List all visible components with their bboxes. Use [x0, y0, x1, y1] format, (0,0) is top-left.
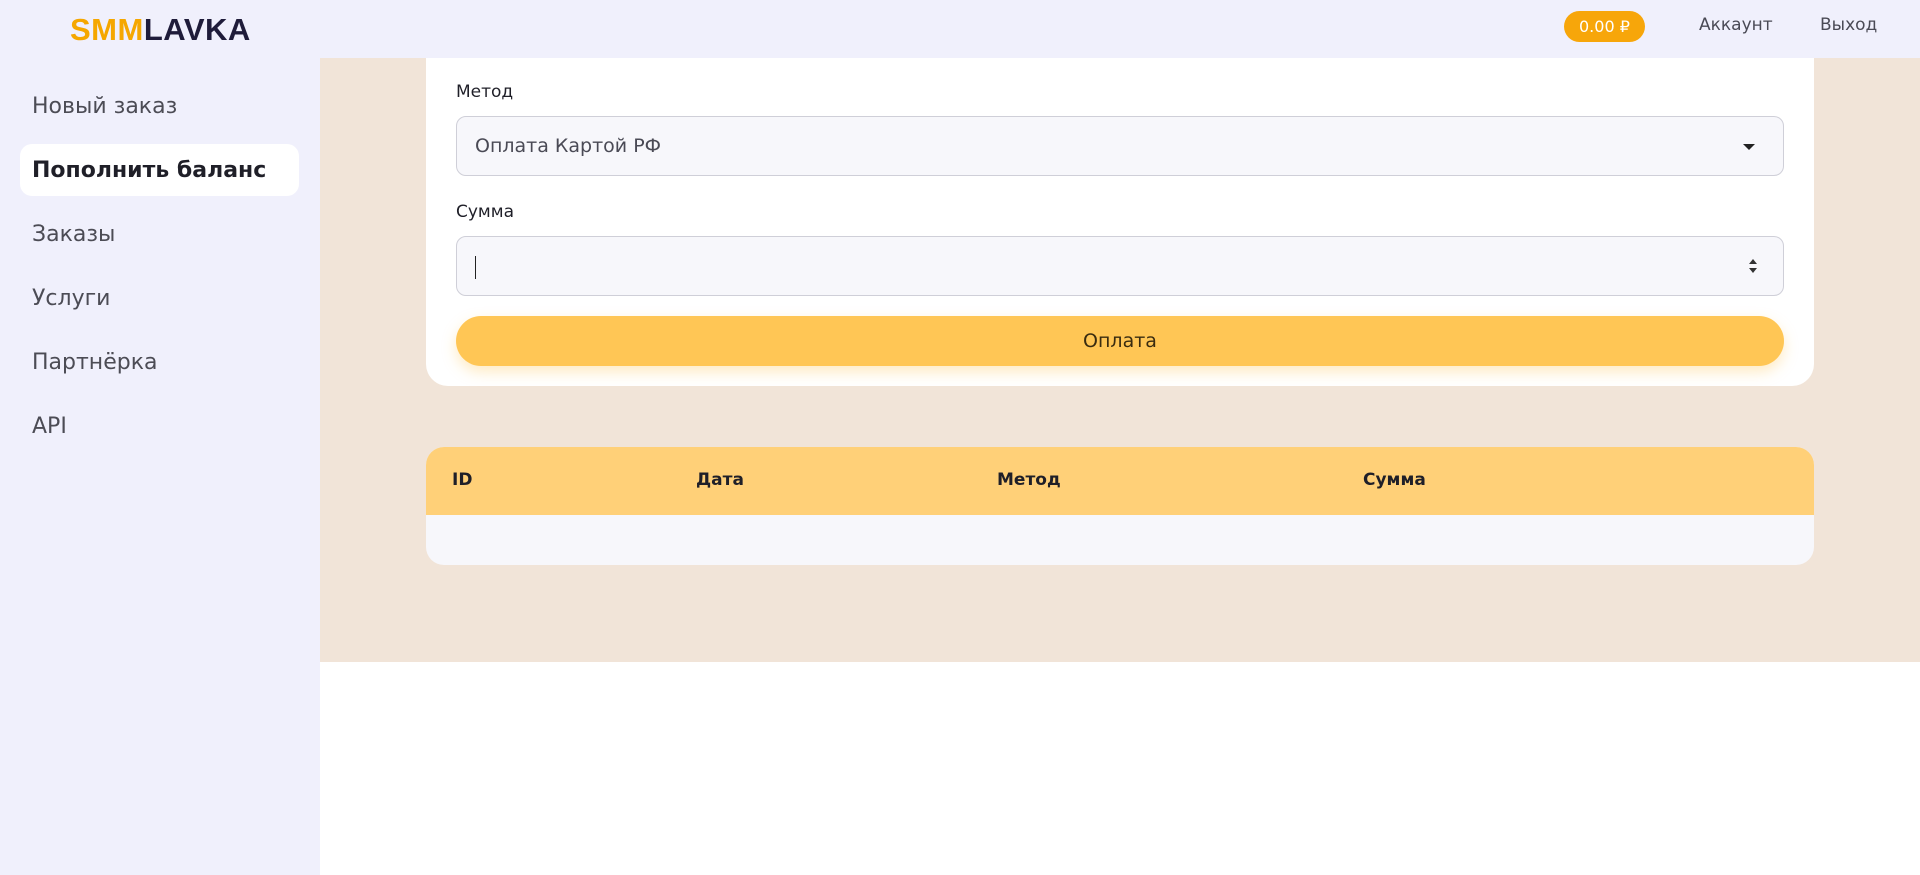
method-select[interactable]: Оплата Картой РФ	[456, 116, 1784, 176]
payments-table: ID Дата Метод Сумма	[426, 447, 1814, 565]
top-bar: 0.00 ₽ Аккаунт Выход	[320, 0, 1920, 58]
amount-field[interactable]	[456, 236, 1784, 296]
text-cursor	[475, 256, 476, 279]
sidebar-item-api[interactable]: API	[20, 400, 299, 452]
caret-down-icon	[1743, 144, 1755, 150]
sidebar-item-affiliates[interactable]: Партнёрка	[20, 336, 299, 388]
method-label: Метод	[456, 82, 514, 102]
sidebar-item-new-order[interactable]: Новый заказ	[20, 80, 299, 132]
sidebar-item-services[interactable]: Услуги	[20, 272, 299, 324]
sidebar-nav: Новый заказ Пополнить баланс Заказы Услу…	[20, 80, 299, 464]
sidebar: SMMLAVKA Новый заказ Пополнить баланс За…	[0, 0, 320, 875]
column-header-id[interactable]: ID	[452, 470, 472, 490]
balance-badge[interactable]: 0.00 ₽	[1564, 11, 1645, 42]
spinner-down-icon[interactable]	[1749, 268, 1757, 273]
spinner-up-icon[interactable]	[1749, 259, 1757, 264]
logout-link[interactable]: Выход	[1820, 15, 1877, 35]
sidebar-item-orders[interactable]: Заказы	[20, 208, 299, 260]
table-header-row: ID Дата Метод Сумма	[426, 447, 1814, 515]
sidebar-item-add-funds[interactable]: Пополнить баланс	[20, 144, 299, 196]
add-funds-form: Метод Оплата Картой РФ Сумма Оплата	[426, 58, 1814, 386]
method-select-value: Оплата Картой РФ	[475, 135, 662, 157]
pay-button[interactable]: Оплата	[456, 316, 1784, 366]
number-spinner[interactable]	[1749, 257, 1759, 277]
account-link[interactable]: Аккаунт	[1699, 15, 1773, 35]
column-header-method[interactable]: Метод	[997, 470, 1061, 490]
logo[interactable]: SMMLAVKA	[70, 12, 251, 48]
logo-part-smm: SMM	[70, 12, 144, 47]
column-header-amount[interactable]: Сумма	[1363, 470, 1426, 490]
amount-input[interactable]	[457, 237, 1783, 295]
logo-part-lavka: LAVKA	[143, 12, 251, 47]
amount-label: Сумма	[456, 202, 514, 222]
column-header-date[interactable]: Дата	[696, 470, 744, 490]
